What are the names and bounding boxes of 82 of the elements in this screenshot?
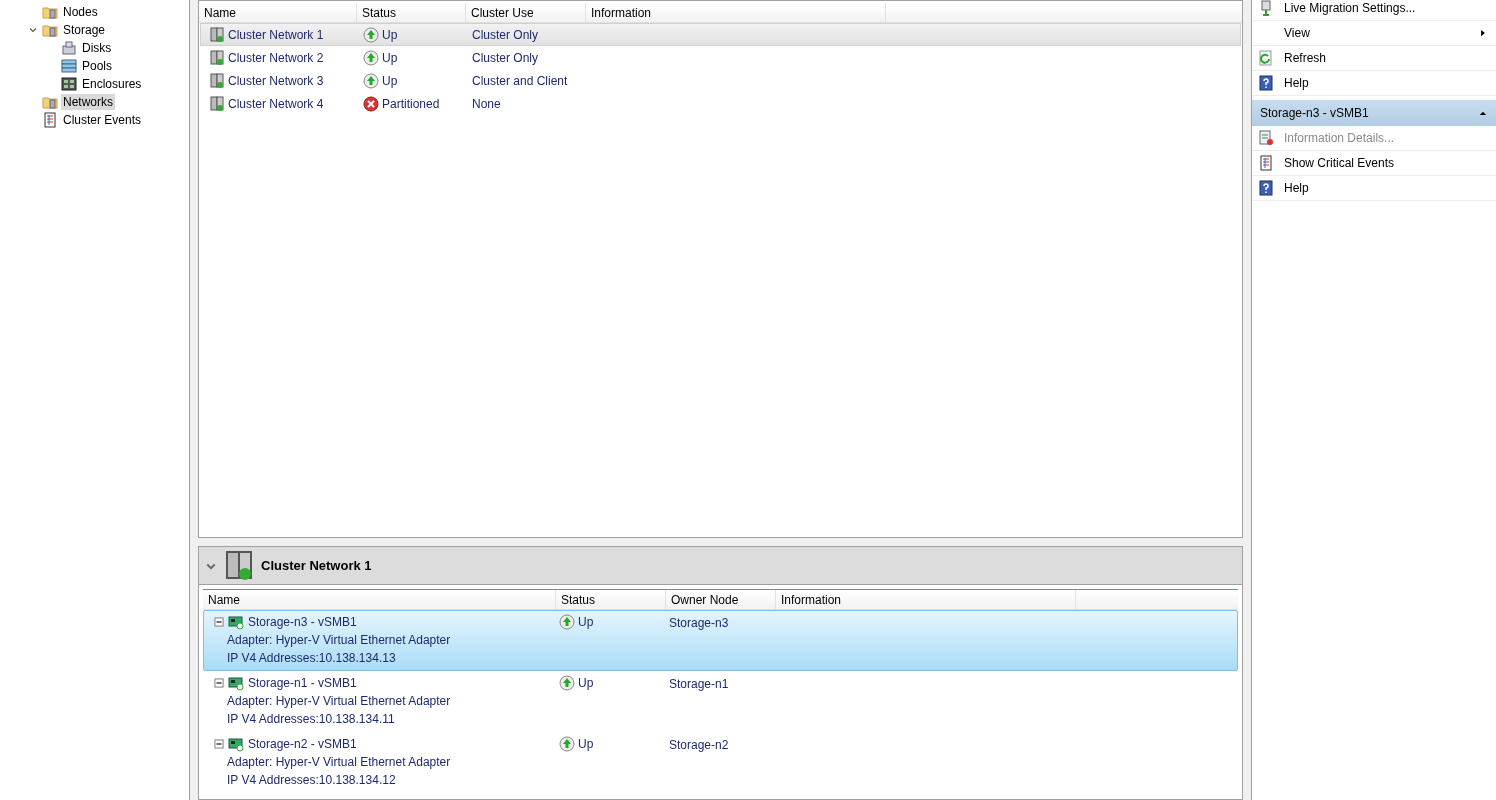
event-log-icon (42, 112, 58, 128)
refresh-icon (1258, 50, 1274, 66)
column-header[interactable]: Status (357, 3, 466, 22)
column-header[interactable]: Status (556, 590, 666, 609)
server-icon (209, 26, 225, 43)
table-row[interactable]: Storage-n2 - vSMB1 Adapter: Hyper-V Virtual Ethernet Adapter IP V4 Addresses:10.138.134.12 Up Storage-n2 (203, 732, 1238, 793)
collapse-toggle-icon[interactable] (214, 739, 224, 749)
table-row[interactable]: Cluster Network 2 Up Cluster Only (200, 46, 1241, 69)
adapter-text: Adapter: Hyper-V Virtual Ethernet Adapter (226, 754, 451, 771)
info-details-icon (1258, 130, 1274, 146)
server-plug-icon (1258, 0, 1274, 16)
action-item[interactable]: Help (1252, 71, 1496, 96)
event-log-icon (1258, 155, 1274, 171)
column-header[interactable]: Name (203, 590, 556, 609)
table-row[interactable]: Cluster Network 1 Up Cluster Only (200, 23, 1241, 46)
status-text: Up (382, 49, 398, 67)
cluster-use: Cluster Only (472, 50, 539, 65)
server-icon (209, 95, 225, 112)
ip-address-text: IP V4 Addresses:10.138.134.12 (226, 772, 396, 789)
tree-item[interactable]: Networks (61, 94, 115, 110)
help-icon (1258, 180, 1274, 196)
server-icon (223, 549, 255, 582)
status-text: Up (578, 675, 594, 692)
network-name: Cluster Network 4 (228, 95, 324, 113)
column-header[interactable]: Name (199, 3, 357, 22)
folder-icon (42, 94, 58, 110)
column-header[interactable]: Information (586, 3, 886, 22)
tree-item[interactable]: Nodes (61, 4, 100, 20)
table-row[interactable]: Storage-n1 - vSMB1 Adapter: Hyper-V Virtual Ethernet Adapter IP V4 Addresses:10.138.134.11 Up Storage-n1 (203, 671, 1238, 732)
network-name: Storage-n3 - vSMB1 (248, 614, 357, 631)
owner-node-text: Storage-n1 (669, 677, 729, 691)
action-item[interactable]: Refresh (1252, 46, 1496, 71)
owner-node-text: Storage-n2 (669, 738, 729, 752)
network-card-icon (228, 614, 244, 630)
folder-icon (42, 22, 58, 38)
collapse-toggle-icon[interactable] (214, 617, 224, 627)
table-row[interactable]: Cluster Network 3 Up Cluster and Client (200, 69, 1241, 92)
cluster-use: Cluster and Client (472, 73, 568, 88)
section-header[interactable]: Storage-n3 - vSMB1 (1252, 100, 1496, 126)
pane-title: Cluster Network 1 (261, 556, 372, 575)
action-item[interactable]: Live Migration Settings... (1252, 0, 1496, 21)
error-icon (363, 95, 379, 112)
owner-node-text: Storage-n3 (669, 616, 729, 630)
tree-item[interactable]: Disks (80, 40, 114, 56)
status-text: Partitioned (382, 95, 440, 113)
folder-icon (42, 4, 58, 20)
server-icon (209, 72, 225, 89)
status-text: Up (382, 26, 398, 44)
collapse-toggle-icon[interactable] (214, 678, 224, 688)
action-item[interactable]: View (1252, 21, 1496, 46)
cluster-use: Cluster Only (472, 27, 539, 42)
table-row[interactable]: Cluster Network 4 Partitioned None (200, 92, 1241, 115)
network-name: Cluster Network 3 (228, 72, 324, 90)
tree-item[interactable]: Enclosures (80, 76, 144, 92)
server-icon (209, 49, 225, 66)
adapter-text: Adapter: Hyper-V Virtual Ethernet Adapter (226, 632, 451, 649)
column-header[interactable]: Owner Node (666, 590, 776, 609)
enclosure-icon (61, 76, 77, 92)
pool-icon (61, 58, 77, 74)
status-text: Up (578, 614, 594, 631)
network-name: Cluster Network 1 (228, 26, 324, 44)
help-icon (1258, 75, 1274, 91)
network-name: Storage-n2 - vSMB1 (248, 736, 357, 753)
tree-item[interactable]: Pools (80, 58, 115, 74)
action-item[interactable]: Show Critical Events (1252, 151, 1496, 176)
tree-item[interactable]: Storage (61, 22, 108, 38)
network-card-icon (228, 736, 244, 752)
column-header[interactable]: Cluster Use (466, 3, 586, 22)
network-card-icon (228, 675, 244, 691)
status-text: Up (578, 736, 594, 753)
disk-icon (61, 40, 77, 56)
tree-item[interactable]: Cluster Events (61, 112, 144, 128)
cluster-use: None (472, 96, 501, 111)
table-row[interactable]: Storage-n3 - vSMB1 Adapter: Hyper-V Virtual Ethernet Adapter IP V4 Addresses:10.138.134.13 Up Storage-n3 (203, 610, 1238, 671)
ip-address-text: IP V4 Addresses:10.138.134.11 (226, 711, 395, 728)
ip-address-text: IP V4 Addresses:10.138.134.13 (226, 650, 396, 667)
status-text: Up (382, 72, 398, 90)
network-name: Cluster Network 2 (228, 49, 324, 67)
network-name: Storage-n1 - vSMB1 (248, 675, 357, 692)
adapter-text: Adapter: Hyper-V Virtual Ethernet Adapter (226, 693, 451, 710)
action-item[interactable]: Help (1252, 176, 1496, 201)
column-header[interactable]: Information (776, 590, 1076, 609)
